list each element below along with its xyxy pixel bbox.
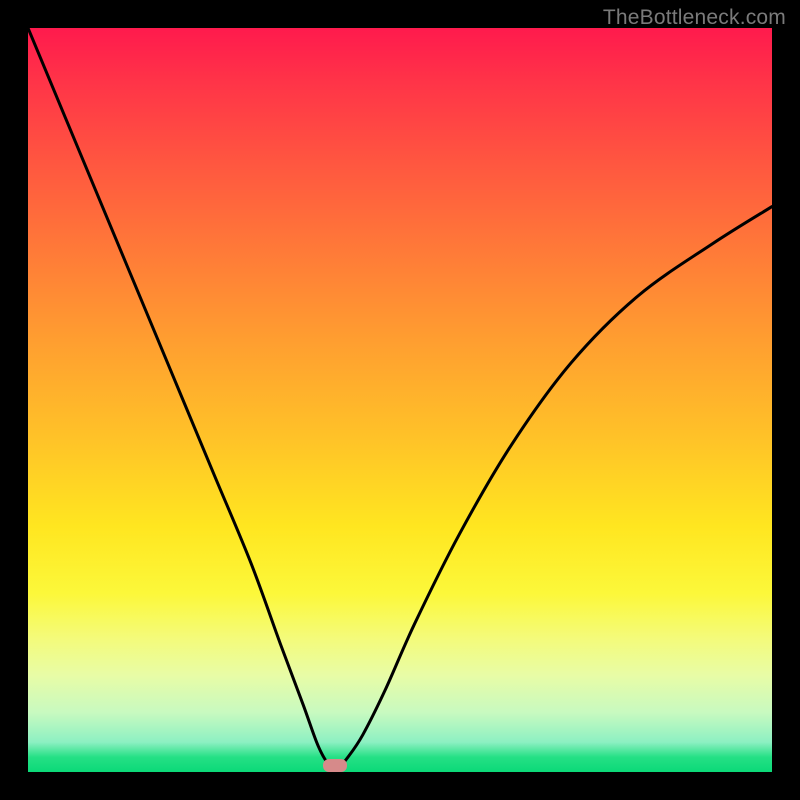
plot-gradient-area [28,28,772,772]
optimal-marker [323,759,347,772]
outer-frame: TheBottleneck.com [0,0,800,800]
watermark-text: TheBottleneck.com [603,6,786,30]
